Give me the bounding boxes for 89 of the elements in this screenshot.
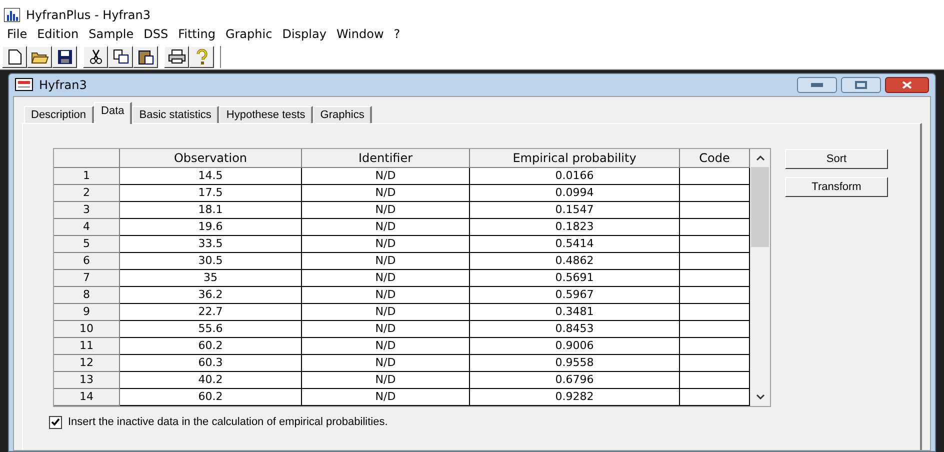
table-cell: N/D: [302, 185, 470, 202]
table-cell: N/D: [302, 236, 470, 253]
toolbar-button[interactable]: [164, 46, 189, 68]
table-cell: 35: [120, 270, 302, 287]
menu-item[interactable]: DSS: [138, 25, 174, 43]
toolbar-button[interactable]: [133, 46, 158, 68]
document-icon: [15, 78, 33, 92]
table-cell: 19.6: [120, 219, 302, 236]
app-chart-icon: [4, 8, 20, 22]
table-cell: N/D: [302, 304, 470, 321]
table-cell: 0.9282: [470, 389, 680, 406]
table-cell: 0.1823: [470, 219, 680, 236]
table-cell: 0.9006: [470, 338, 680, 355]
table-cell: 0.1547: [470, 202, 680, 219]
menu-item[interactable]: Window: [331, 25, 389, 43]
toolbar-button[interactable]: [83, 46, 108, 68]
menu-item[interactable]: Display: [277, 25, 332, 43]
close-icon: [902, 81, 912, 89]
app-title: HyfranPlus - Hyfran3: [26, 7, 151, 24]
toolbar-button[interactable]: [52, 46, 77, 68]
minimize-button[interactable]: [797, 77, 837, 93]
tab[interactable]: Basic statistics: [132, 106, 220, 124]
toolbar-button[interactable]: [189, 46, 214, 68]
table-cell: N/D: [302, 389, 470, 406]
table-cell: 17.5: [120, 185, 302, 202]
menu-item[interactable]: Edition: [32, 25, 84, 43]
table-cell: 0.5414: [470, 236, 680, 253]
help-question-icon: [196, 48, 208, 64]
table-cell: N/D: [302, 202, 470, 219]
table-cell: N/D: [302, 355, 470, 372]
table-cell: 0.5967: [470, 287, 680, 304]
minimize-icon: [811, 83, 823, 87]
toolbar-button[interactable]: [108, 46, 133, 68]
menu-item[interactable]: Sample: [84, 25, 139, 43]
scissors-icon: [88, 48, 102, 64]
close-button[interactable]: [885, 77, 929, 93]
toolbar-button[interactable]: [27, 46, 52, 68]
table-cell: N/D: [302, 287, 470, 304]
table-cell: N/D: [302, 219, 470, 236]
table-cell: 0.9558: [470, 355, 680, 372]
menu-item[interactable]: ?: [388, 25, 406, 43]
table-cell: N/D: [302, 270, 470, 287]
scroll-thumb[interactable]: [751, 167, 769, 247]
table-cell: N/D: [302, 321, 470, 338]
clipboard-icon: [138, 48, 154, 64]
copy-icon: [112, 48, 128, 64]
table-cell: 30.5: [120, 253, 302, 270]
menu-item[interactable]: File: [2, 25, 32, 43]
action-button[interactable]: Sort: [785, 149, 888, 169]
tab[interactable]: Hypothese tests: [219, 106, 314, 124]
tab[interactable]: Graphics: [313, 106, 372, 124]
table-cell: 0.4862: [470, 253, 680, 270]
toolbar-button[interactable]: [2, 46, 27, 68]
table-cell: 55.6: [120, 321, 302, 338]
child-window-title: Hyfran3: [39, 77, 87, 94]
new-file-icon: [8, 48, 22, 64]
table-cell: N/D: [302, 253, 470, 270]
action-button[interactable]: Transform: [785, 177, 888, 197]
table-cell: 40.2: [120, 372, 302, 389]
table-cell: 33.5: [120, 236, 302, 253]
menu-item[interactable]: Graphic: [220, 25, 278, 43]
table-cell: 0.0166: [470, 168, 680, 185]
folder-icon: [30, 50, 48, 64]
table-cell: N/D: [302, 338, 470, 355]
table-cell: 36.2: [120, 287, 302, 304]
table-cell: 60.3: [120, 355, 302, 372]
table-cell: 0.3481: [470, 304, 680, 321]
table-cell: N/D: [302, 372, 470, 389]
printer-icon: [168, 49, 186, 64]
scroll-up-icon: [756, 155, 764, 161]
table-cell: 14.5: [120, 168, 302, 185]
checkbox-label: Insert the inactive data in the calculation of empirical probabilities.: [68, 415, 388, 430]
tab[interactable]: Data: [94, 102, 132, 124]
maximize-icon: [855, 81, 867, 89]
scroll-down-icon: [756, 394, 764, 400]
table-cell: 22.7: [120, 304, 302, 321]
checkbox[interactable]: [49, 416, 62, 429]
table-cell: 60.2: [120, 389, 302, 406]
menu-item[interactable]: Fitting: [173, 25, 220, 43]
table-cell: 18.1: [120, 202, 302, 219]
table-cell: 0.8453: [470, 321, 680, 338]
corner-header: [54, 149, 120, 168]
tab[interactable]: Description: [24, 106, 94, 124]
table-cell: 0.0994: [470, 185, 680, 202]
table-cell: 60.2: [120, 338, 302, 355]
table-cell: N/D: [302, 168, 470, 185]
maximize-button[interactable]: [841, 77, 881, 93]
table-cell: 0.6796: [470, 372, 680, 389]
table-cell: 0.5691: [470, 270, 680, 287]
